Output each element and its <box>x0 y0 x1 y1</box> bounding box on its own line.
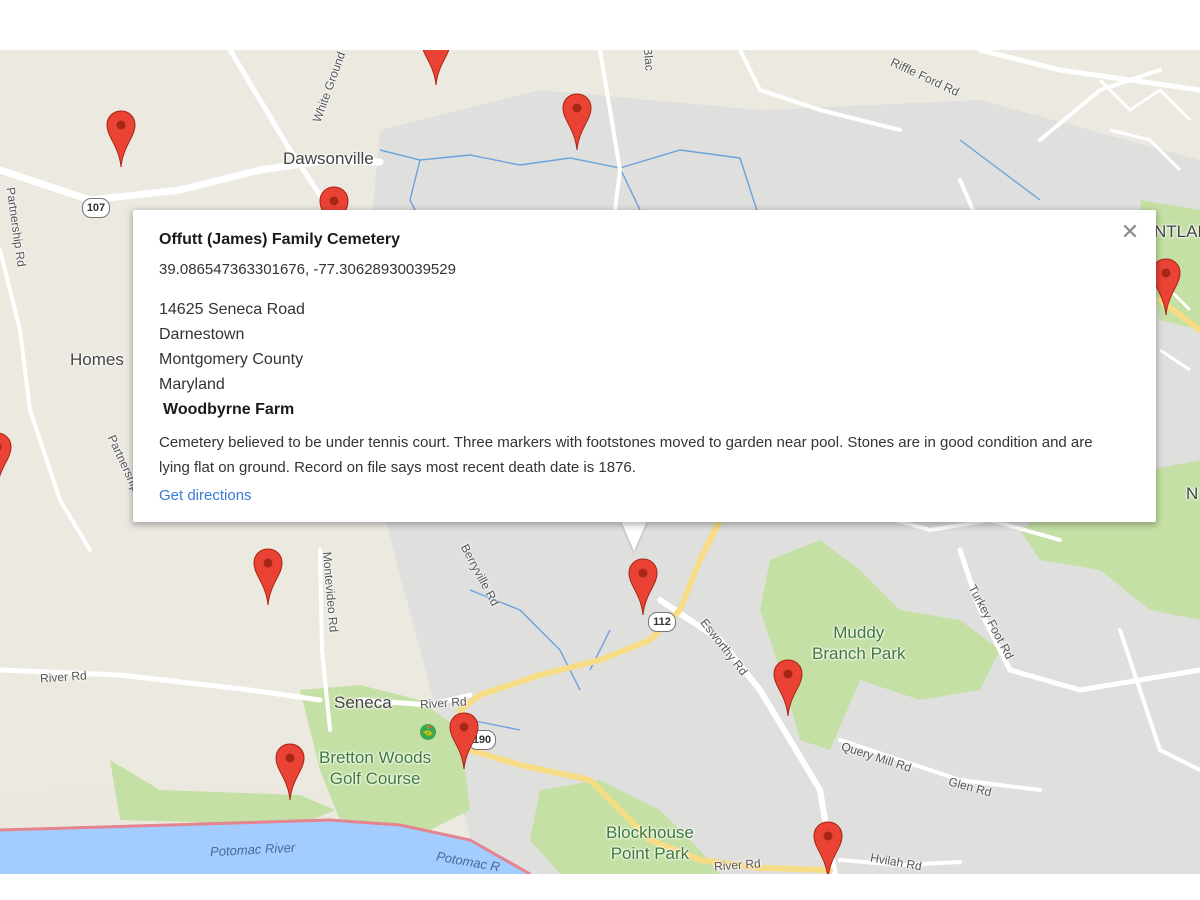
cemetery-marker-icon[interactable] <box>275 743 305 801</box>
golf-course-icon: ⛳ <box>420 724 436 740</box>
close-icon[interactable]: ✕ <box>1120 221 1140 243</box>
park-label-line: Branch Park <box>812 644 906 663</box>
cemetery-marker-icon[interactable] <box>773 659 803 717</box>
park-label-blockhouse: Blockhouse Point Park <box>606 822 694 864</box>
town-label-homes: Homes <box>70 350 124 369</box>
address-line-street: 14625 Seneca Road <box>159 301 305 318</box>
cemetery-marker-icon[interactable] <box>106 110 136 168</box>
park-label-line: Point Park <box>610 844 690 863</box>
cemetery-coordinates: 39.086547363301676, -77.30628930039529 <box>159 261 456 278</box>
route-shield: 107 <box>82 198 110 218</box>
park-label-line: Bretton Woods <box>319 748 432 767</box>
park-label-muddy-branch: Muddy Branch Park <box>812 622 906 664</box>
cemetery-title: Offutt (James) Family Cemetery <box>159 231 400 248</box>
town-label-dawsonville: Dawsonville <box>283 149 374 168</box>
get-directions-link[interactable]: Get directions <box>159 487 252 504</box>
park-label-line: Golf Course <box>329 769 421 788</box>
cemetery-description: Cemetery believed to be under tennis cou… <box>159 434 1093 476</box>
cemetery-marker-icon[interactable] <box>562 93 592 151</box>
town-label-ntlan: NTLAN <box>1154 222 1200 241</box>
property-name: Woodbyrne Farm <box>163 401 295 418</box>
cemetery-marker-icon[interactable] <box>449 712 479 770</box>
cemetery-marker-icon-selected[interactable] <box>628 558 658 616</box>
park-label-line: Muddy <box>833 623 885 642</box>
address-line-state: Maryland <box>159 376 225 393</box>
town-label-n: N <box>1186 484 1199 503</box>
cemetery-marker-icon[interactable] <box>421 50 451 86</box>
park-label-line: Blockhouse <box>606 823 694 842</box>
info-window: ✕ Offutt (James) Family Cemetery 39.0865… <box>133 210 1156 522</box>
cemetery-marker-icon[interactable] <box>0 432 12 490</box>
town-label-seneca: Seneca <box>334 693 392 712</box>
cemetery-marker-icon[interactable] <box>253 548 283 606</box>
park-label-bretton-woods: Bretton Woods Golf Course <box>319 747 431 789</box>
address-line-county: Montgomery County <box>159 351 304 368</box>
cemetery-marker-icon[interactable] <box>813 821 843 874</box>
info-window-pointer <box>621 521 647 551</box>
cemetery-address: 14625 Seneca Road Darnestown Montgomery … <box>159 297 305 397</box>
road-label-blac: Blac <box>640 50 657 72</box>
address-line-town: Darnestown <box>159 326 245 343</box>
